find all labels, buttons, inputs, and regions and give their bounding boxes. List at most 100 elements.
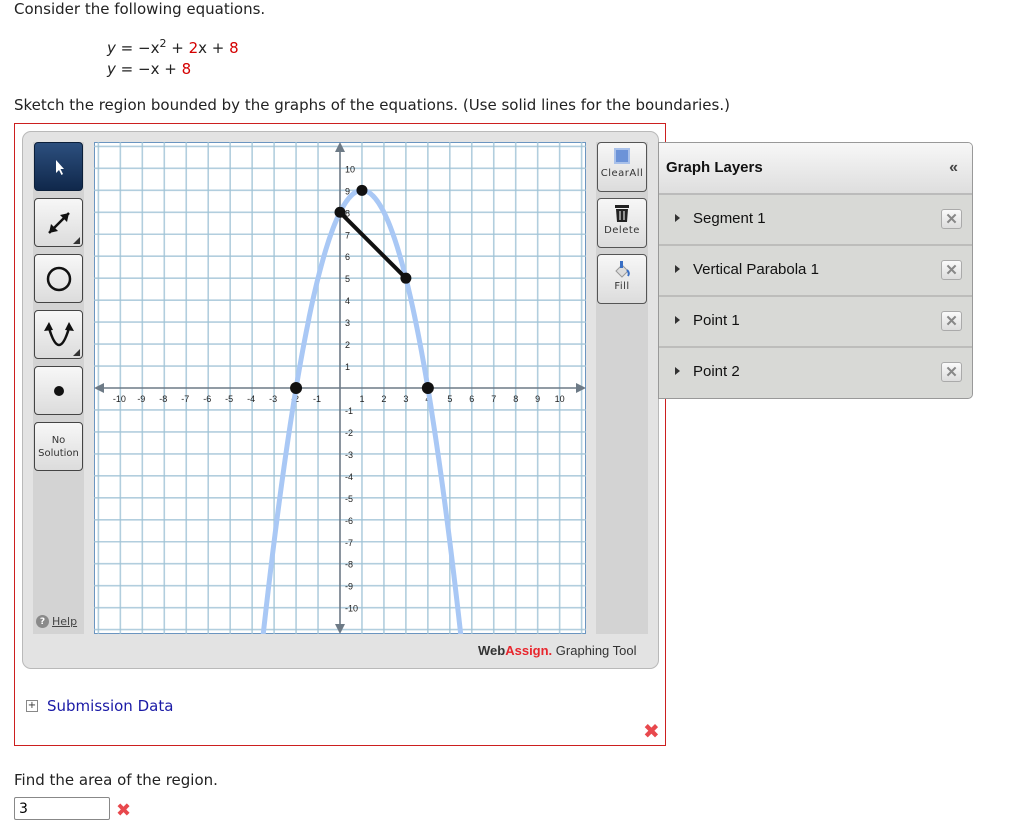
paint-bucket-icon [615, 261, 630, 278]
expand-triangle-icon[interactable] [675, 265, 680, 273]
graph-layers-title: Graph Layers [666, 159, 763, 176]
y-tick-label: -9 [345, 582, 353, 592]
graph-layers-panel: Graph Layers « Segment 1 ✕ Vertical Para… [658, 142, 973, 399]
fill-button[interactable]: Fill [597, 254, 647, 304]
delete-button[interactable]: Delete [597, 198, 647, 248]
help-label[interactable]: Help [52, 615, 77, 628]
delete-layer-icon[interactable]: ✕ [941, 209, 962, 229]
plotted-point [421, 382, 434, 394]
point-tool-button[interactable] [34, 366, 83, 415]
clear-all-label: ClearAll [600, 168, 644, 179]
x-tick-label: -9 [137, 394, 145, 404]
submenu-corner-icon [73, 237, 80, 244]
x-tick-label: 1 [359, 394, 364, 404]
y-tick-label: -2 [345, 428, 353, 438]
expand-plus-icon: + [26, 700, 38, 712]
area-incorrect-icon: ✖ [116, 800, 132, 821]
x-tick-label: -6 [203, 394, 211, 404]
submission-data-toggle[interactable]: + Submission Data [26, 697, 173, 715]
segment-endpoint [400, 272, 412, 284]
line-arrow-icon [47, 211, 70, 234]
no-solution-button[interactable]: No Solution [34, 422, 83, 471]
equation-1: y = −x2 + 2x + 8 [107, 37, 239, 57]
area-answer-input[interactable] [14, 797, 110, 820]
point-icon [53, 385, 64, 396]
fill-label: Fill [614, 281, 630, 292]
layer-item[interactable]: Point 2 ✕ [659, 348, 972, 397]
layer-label: Vertical Parabola 1 [693, 261, 819, 278]
delete-layer-icon[interactable]: ✕ [941, 311, 962, 331]
arrow-pointer-icon [55, 159, 64, 175]
parabola-vertex-point [356, 184, 368, 196]
x-tick-label: 2 [381, 394, 386, 404]
x-tick-label: 5 [447, 394, 452, 404]
layer-item[interactable]: Segment 1 ✕ [659, 195, 972, 246]
y-tick-label: 7 [345, 230, 350, 240]
x-tick-label: 9 [535, 394, 540, 404]
trash-icon [615, 205, 629, 222]
circle-icon [46, 266, 71, 291]
y-tick-label: -7 [345, 538, 353, 548]
x-tick-label: -7 [181, 394, 189, 404]
question-instruction: Sketch the region bounded by the graphs … [14, 96, 730, 114]
y-tick-label: 4 [345, 296, 350, 306]
no-solution-label-2: Solution [38, 447, 79, 459]
graph-canvas[interactable]: -10 -9 -8 -7 -6 -5 -4 -3 -2 -1 1 2 3 4 5 6 7 8 9 1010987654… [94, 142, 586, 634]
submission-data-label: Submission Data [47, 697, 174, 715]
y-tick-label: -10 [345, 604, 358, 614]
help-link[interactable]: ? Help [36, 615, 77, 628]
x-tick-label: 7 [491, 394, 496, 404]
parabola-icon [43, 321, 74, 346]
x-tick-label: -4 [247, 394, 255, 404]
x-tick-label: -8 [159, 394, 167, 404]
y-tick-label: 3 [345, 318, 350, 328]
x-tick-label: -10 [113, 394, 126, 404]
x-tick-label: 10 [555, 394, 565, 404]
parabola-tool-button[interactable] [34, 310, 83, 359]
webassign-branding: WebAssign. Graphing Tool [478, 643, 637, 658]
y-tick-label: 6 [345, 252, 350, 262]
y-tick-label: -1 [345, 406, 353, 416]
layer-item[interactable]: Point 1 ✕ [659, 297, 972, 348]
graph-layers-header: Graph Layers « [659, 143, 972, 195]
x-tick-label: 6 [469, 394, 474, 404]
y-tick-label: -4 [345, 472, 353, 482]
brand-assign: Assign. [505, 643, 553, 658]
segment-endpoint [334, 206, 346, 218]
plotted-point [290, 382, 303, 394]
y-tick-label: 1 [345, 362, 350, 372]
expand-triangle-icon[interactable] [675, 214, 680, 222]
select-tool-button[interactable] [34, 142, 83, 191]
layer-label: Segment 1 [693, 210, 766, 227]
expand-triangle-icon[interactable] [675, 367, 680, 375]
y-tick-label: 5 [345, 274, 350, 284]
y-tick-label: -8 [345, 560, 353, 570]
layer-label: Point 1 [693, 312, 740, 329]
clear-all-button[interactable]: ClearAll [597, 142, 647, 192]
brand-web: Web [478, 643, 506, 658]
area-prompt: Find the area of the region. [14, 771, 218, 789]
clear-all-icon [614, 148, 630, 164]
layer-item[interactable]: Vertical Parabola 1 ✕ [659, 246, 972, 297]
y-tick-label: -6 [345, 516, 353, 526]
brand-tool: Graphing Tool [552, 643, 637, 658]
expand-triangle-icon[interactable] [675, 316, 680, 324]
line-tool-button[interactable] [34, 198, 83, 247]
delete-label: Delete [604, 225, 640, 236]
x-tick-label: -1 [313, 394, 321, 404]
help-icon: ? [36, 615, 49, 628]
question-intro: Consider the following equations. [14, 0, 266, 18]
y-tick-label: 2 [345, 340, 350, 350]
y-tick-label: -3 [345, 450, 353, 460]
y-tick-label: -5 [345, 494, 353, 504]
x-tick-label: 8 [513, 394, 518, 404]
y-tick-label: 10 [345, 164, 355, 174]
delete-layer-icon[interactable]: ✕ [941, 260, 962, 280]
delete-layer-icon[interactable]: ✕ [941, 362, 962, 382]
collapse-panel-icon[interactable]: « [949, 159, 958, 177]
no-solution-label-1: No [51, 434, 66, 446]
equation-2: y = −x + 8 [107, 60, 192, 78]
layer-label: Point 2 [693, 363, 740, 380]
x-tick-label: 3 [403, 394, 408, 404]
circle-tool-button[interactable] [34, 254, 83, 303]
